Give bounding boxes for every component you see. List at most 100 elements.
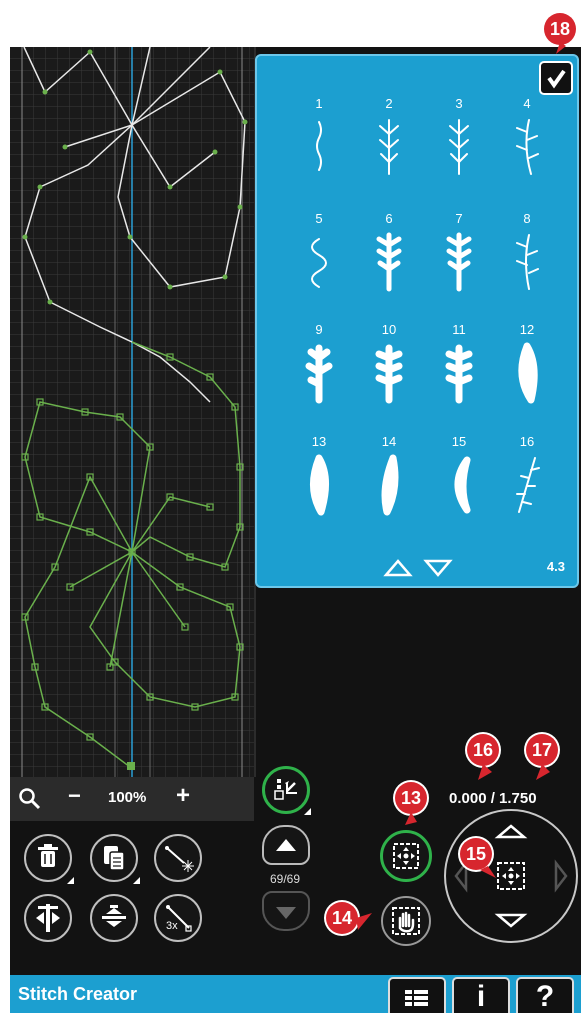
select-mode-button[interactable] [262,766,311,815]
stitch-icon [446,232,472,292]
stitch-pattern-12[interactable] [507,336,547,411]
stitch-icon [518,342,538,404]
mirror-end-to-end-icon [102,905,126,927]
stitch-icon [516,457,540,513]
stitch-number: 12 [519,322,535,337]
zoom-level: 100% [108,789,147,806]
stitch-icon [310,454,329,516]
stitch-number: 15 [451,434,467,449]
callout-badge-14: 14 [326,902,358,934]
triple-stitch-icon: 3x [166,905,192,932]
help-button[interactable]: ? [516,977,574,1013]
stitch-number: 8 [523,211,531,226]
page-indicator: 4.3 [546,559,565,574]
stitch-number: 10 [381,322,397,337]
triple-stitch-button[interactable]: 3x [154,894,202,942]
stitch-grid-canvas[interactable] [10,47,254,777]
callout-badge-16: 16 [467,734,499,766]
stitch-icon [516,119,539,175]
stitch-pattern-4[interactable] [507,110,547,185]
step-up-button[interactable] [262,825,310,865]
page-scroll-arrows [383,559,453,577]
stitch-icon [516,234,539,290]
stitch-number: 6 [385,211,393,226]
mirror-end-button[interactable] [90,894,138,942]
stitch-number: 2 [385,96,393,111]
stitch-pattern-11[interactable] [439,336,479,411]
stitch-icon [449,119,469,175]
zoom-out-button[interactable]: − [68,783,81,809]
stitch-number: 7 [455,211,463,226]
stitch-icon [311,238,327,288]
wheel-left-arrow [454,859,468,893]
stitch-pattern-15[interactable] [439,448,479,523]
step-down-button[interactable] [262,891,310,931]
stitch-number: 14 [381,434,397,449]
zoom-in-button[interactable]: + [176,782,190,810]
delete-button[interactable] [24,834,74,884]
wheel-graphic [454,824,568,928]
stitch-number: 4 [523,96,531,111]
move-selection-icon [393,843,419,869]
page-down-icon [423,559,453,577]
zoom-search-icon[interactable] [18,787,42,811]
bottom-bar: Stitch Creator i ? [10,975,581,1013]
stitch-icon [316,121,322,171]
stitch-pattern-10[interactable] [369,336,409,411]
stitch-pattern-3[interactable] [439,110,479,185]
arrow-up-icon [276,839,296,851]
stitch-pattern-6[interactable] [369,225,409,300]
wheel-right-arrow [554,859,568,893]
stitch-icon [381,454,399,516]
stitch-icon [375,344,403,404]
app-title: Stitch Creator [18,984,138,1004]
menu-button[interactable] [388,977,446,1013]
callout-badge-17: 17 [526,734,558,766]
copy-button[interactable] [90,834,140,884]
stitch-pattern-5[interactable] [299,225,339,300]
pan-button[interactable] [381,896,431,946]
stitch-pattern-1[interactable] [299,110,339,185]
stitch-selection-menu: 1 2 3 4 5 6 7 8 9 10 11 12 13 14 15 16 4.3 [255,54,579,588]
select-stitch-icon [274,779,297,800]
stitch-number: 5 [315,211,323,226]
stitch-number: 13 [311,434,327,449]
wheel-up-arrow [494,824,528,839]
stitch-number: 9 [315,322,323,337]
stitch-pattern-16[interactable] [507,448,547,523]
copy-icon [104,846,125,871]
trash-icon [38,844,58,867]
zoom-bar: − 100% + [10,777,254,821]
current-stitch-point [127,762,135,770]
mirror-side-button[interactable] [24,894,72,942]
info-button[interactable]: i [452,977,510,1013]
stitch-number: 1 [315,96,323,111]
arrow-down-icon [276,907,296,919]
positioning-wheel[interactable] [444,809,578,943]
stitch-number: 3 [455,96,463,111]
page-up-icon [383,559,413,577]
stitch-pattern-9[interactable] [299,336,339,411]
stitch-number: 16 [519,434,535,449]
callout-badge-18: 18 [544,13,576,45]
checkmark-icon [547,69,566,89]
stitch-icon [445,344,473,404]
stitch-pattern-8[interactable] [507,225,547,300]
needle-stitch-icon [165,846,194,872]
mirror-side-to-side-icon [36,904,60,932]
move-stitches-button[interactable] [380,830,432,882]
hand-icon [392,907,420,935]
stitch-pattern-7[interactable] [439,225,479,300]
stitch-pattern-2[interactable] [369,110,409,185]
stitch-editing-area[interactable] [10,47,256,777]
list-menu-icon [405,990,428,1006]
stitch-icon [376,232,402,292]
stitch-pattern-13[interactable] [299,448,339,523]
stitch-icon [454,456,471,514]
stitch-pattern-14[interactable] [369,448,409,523]
stitch-number: 11 [452,322,466,337]
confirm-button[interactable] [539,61,573,95]
callout-badge-13: 13 [395,782,427,814]
insert-stitch-button[interactable] [154,834,202,882]
stitch-icon [305,344,333,404]
